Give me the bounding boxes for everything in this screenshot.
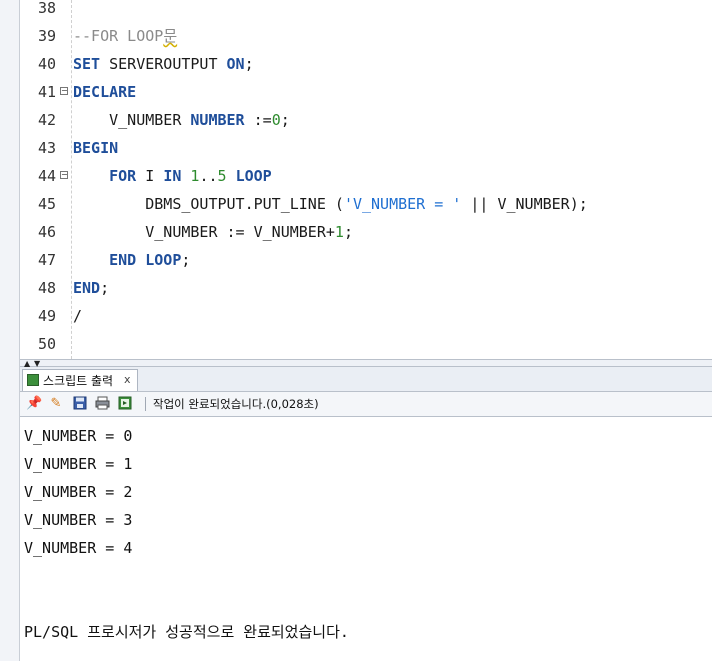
code-text: --FOR LOOP문 <box>73 22 177 50</box>
code-text: V_NUMBER := V_NUMBER+1; <box>73 218 353 246</box>
code-token: NUMBER <box>190 111 245 129</box>
code-text: / <box>73 302 82 330</box>
print-icon[interactable] <box>94 396 110 412</box>
code-line[interactable]: 39 --FOR LOOP문 <box>20 22 712 50</box>
code-token: BEGIN <box>73 139 119 157</box>
line-number: 48 <box>37 279 56 297</box>
toolbar-separator <box>145 397 146 411</box>
code-token: --FOR LOOP <box>73 27 164 45</box>
code-text: V_NUMBER NUMBER :=0; <box>73 106 290 134</box>
code-token: V_NUMBER := V_NUMBER+ <box>73 223 335 241</box>
line-number: 49 <box>37 307 56 325</box>
code-token: END <box>73 279 101 297</box>
code-token: LOOP <box>235 167 272 185</box>
output-line: V_NUMBER = 3 <box>24 511 133 529</box>
code-line[interactable]: 50 <box>20 330 712 358</box>
code-text: FOR I IN 1..5 LOOP <box>73 162 272 190</box>
output-toolbar: 📌 ✎ 작업이 완료되었습니다.(0,028초) <box>20 392 712 417</box>
code-line[interactable]: 46 V_NUMBER := V_NUMBER+1; <box>20 218 712 246</box>
code-line[interactable]: 42 V_NUMBER NUMBER :=0; <box>20 106 712 134</box>
code-token: 'V_NUMBER = ' <box>343 195 462 213</box>
code-token: ; <box>244 55 254 73</box>
script-output-icon <box>27 374 39 386</box>
code-line[interactable]: 40 SET SERVEROUTPUT ON; <box>20 50 712 78</box>
code-editor[interactable]: 38 39 --FOR LOOP문 40 SET SERVEROUTPUT ON; 41−… <box>20 0 712 359</box>
line-number: 42 <box>37 111 56 129</box>
code-token: SERVEROUTPUT <box>100 55 227 73</box>
output-line: V_NUMBER = 4 <box>24 539 133 557</box>
code-token: SET <box>73 55 101 73</box>
output-tab-bar: 스크립트 출력 x <box>20 367 712 392</box>
code-token: DBMS_OUTPUT.PUT_LINE ( <box>73 195 344 213</box>
code-token: I <box>136 167 164 185</box>
code-token: ; <box>181 251 191 269</box>
left-rail <box>0 0 20 661</box>
code-token: := <box>244 111 272 129</box>
code-token: 1 <box>334 223 344 241</box>
line-number: 44 <box>37 167 56 185</box>
code-token: ON <box>226 55 245 73</box>
line-number: 41 <box>37 83 56 101</box>
arrow-up-icon[interactable]: ▲ <box>24 360 30 368</box>
code-token: / <box>73 307 83 325</box>
panel-splitter[interactable]: ▲ ▼ <box>20 359 712 368</box>
code-text: SET SERVEROUTPUT ON; <box>73 50 254 78</box>
code-text: END LOOP; <box>73 246 190 274</box>
eraser-icon[interactable]: ✎ <box>48 396 64 412</box>
pin-icon[interactable]: 📌 <box>26 396 42 412</box>
export-icon[interactable] <box>117 396 133 412</box>
line-number: 38 <box>37 0 56 17</box>
code-line[interactable]: 44− FOR I IN 1..5 LOOP <box>20 162 712 190</box>
code-token: ; <box>280 111 290 129</box>
tab-label: 스크립트 출력 <box>43 374 114 388</box>
tab-close-button[interactable]: x <box>124 370 131 390</box>
code-line[interactable]: 45 DBMS_OUTPUT.PUT_LINE ('V_NUMBER = ' |… <box>20 190 712 218</box>
code-token: V_NUMBER <box>73 111 191 129</box>
code-line[interactable]: 49 / <box>20 302 712 330</box>
code-line[interactable]: 38 <box>20 0 712 22</box>
output-line: V_NUMBER = 1 <box>24 455 133 473</box>
code-token: || V_NUMBER); <box>461 195 588 213</box>
code-text: DECLARE <box>73 78 136 106</box>
output-line: PL/SQL 프로시저가 성공적으로 완료되었습니다. <box>24 623 349 641</box>
tab-script-output[interactable]: 스크립트 출력 x <box>22 369 138 391</box>
code-token: 5 <box>217 167 227 185</box>
line-number: 43 <box>37 139 56 157</box>
code-line[interactable]: 48 END; <box>20 274 712 302</box>
line-number: 50 <box>37 335 56 353</box>
line-number: 45 <box>37 195 56 213</box>
code-token: .. <box>199 167 218 185</box>
line-number: 47 <box>37 251 56 269</box>
line-number: 46 <box>37 223 56 241</box>
script-output-area[interactable]: V_NUMBER = 0 V_NUMBER = 1 V_NUMBER = 2 V_NU… <box>20 417 712 661</box>
code-token: ; <box>343 223 353 241</box>
code-token: 0 <box>271 111 281 129</box>
code-token: LOOP <box>145 251 182 269</box>
code-token: END <box>109 251 137 269</box>
line-number: 40 <box>37 55 56 73</box>
code-token: 문 <box>163 27 178 45</box>
output-line: V_NUMBER = 2 <box>24 483 133 501</box>
save-icon[interactable] <box>72 396 88 412</box>
code-token: IN <box>163 167 182 185</box>
fold-toggle-icon[interactable]: − <box>60 171 68 179</box>
code-line[interactable]: 47 END LOOP; <box>20 246 712 274</box>
output-line: V_NUMBER = 0 <box>24 427 133 445</box>
code-text: DBMS_OUTPUT.PUT_LINE ('V_NUMBER = ' || V… <box>73 190 588 218</box>
code-line[interactable]: 43 BEGIN <box>20 134 712 162</box>
code-token: FOR <box>109 167 137 185</box>
task-status-text: 작업이 완료되었습니다.(0,028초) <box>153 397 319 411</box>
code-text: BEGIN <box>73 134 118 162</box>
code-text: END; <box>73 274 109 302</box>
code-token: DECLARE <box>73 83 137 101</box>
line-number: 39 <box>37 27 56 45</box>
arrow-down-icon[interactable]: ▼ <box>34 360 40 368</box>
fold-toggle-icon[interactable]: − <box>60 87 68 95</box>
code-token: ; <box>100 279 110 297</box>
code-line[interactable]: 41− DECLARE <box>20 78 712 106</box>
